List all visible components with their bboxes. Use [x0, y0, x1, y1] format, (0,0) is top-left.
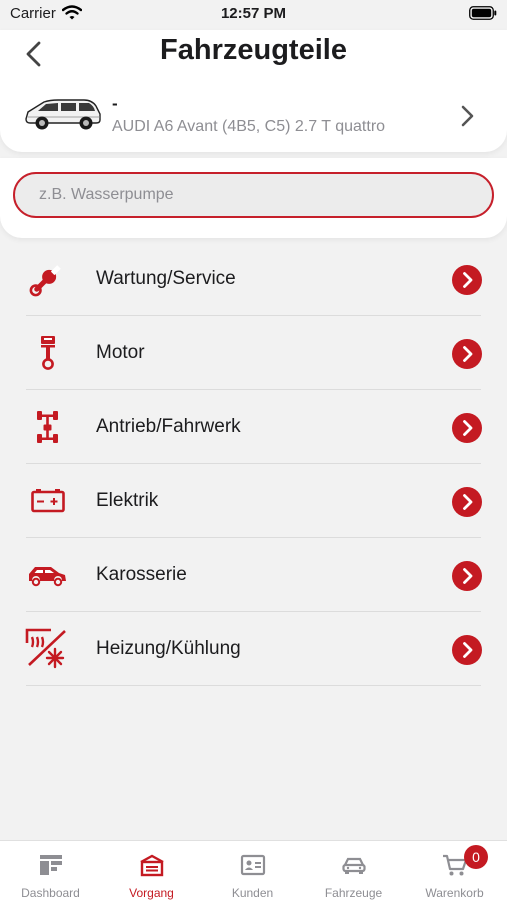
cart-count-badge: 0	[464, 845, 488, 869]
tab-label: Fahrzeuge	[324, 886, 383, 900]
heating-cooling-icon	[24, 628, 70, 669]
contact-card-icon	[240, 853, 266, 877]
go-button[interactable]	[452, 635, 482, 665]
go-button[interactable]	[452, 487, 482, 517]
category-label: Antrieb/Fahrwerk	[96, 416, 241, 437]
battery-icon	[469, 6, 497, 25]
chevron-right-icon	[463, 642, 473, 658]
go-button[interactable]	[452, 413, 482, 443]
car-image	[24, 98, 102, 137]
dashboard-icon	[38, 853, 64, 877]
vehicle-name: -	[112, 94, 118, 113]
page-title: Fahrzeugteile	[160, 34, 347, 66]
chevron-right-icon	[463, 346, 473, 362]
category-wartung-service[interactable]: Wartung/Service	[0, 242, 507, 316]
search-input[interactable]	[13, 172, 494, 218]
piston-icon	[24, 335, 70, 371]
car-icon	[341, 853, 367, 877]
chevron-right-icon	[463, 568, 473, 584]
tab-label: Kunden	[231, 886, 274, 900]
vehicle-model: AUDI A6 Avant (4B5, C5) 2.7 T quattro	[112, 118, 386, 135]
chevron-right-icon	[463, 494, 473, 510]
tab-warenkorb[interactable]: 0 Warenkorb	[404, 841, 505, 901]
car-body-icon	[24, 557, 70, 593]
go-button[interactable]	[452, 339, 482, 369]
tab-fahrzeuge[interactable]: Fahrzeuge	[303, 841, 404, 901]
battery-icon	[24, 483, 70, 519]
tab-label: Dashboard	[21, 886, 80, 900]
vehicle-selector[interactable]: - AUDI A6 Avant (4B5, C5) 2.7 T quattro	[0, 92, 507, 150]
tab-label: Vorgang	[129, 886, 174, 900]
go-button[interactable]	[452, 265, 482, 295]
category-karosserie[interactable]: Karosserie	[0, 538, 507, 612]
category-label: Wartung/Service	[96, 268, 236, 289]
tab-label: Warenkorb	[425, 886, 484, 900]
divider	[26, 685, 481, 686]
tab-kunden[interactable]: Kunden	[202, 841, 303, 901]
chevron-right-icon	[463, 272, 473, 288]
category-label: Elektrik	[96, 490, 159, 511]
tab-dashboard[interactable]: Dashboard	[0, 841, 101, 901]
category-motor[interactable]: Motor	[0, 316, 507, 390]
category-list: Wartung/Service Motor Antrieb/Fahrwerk E…	[0, 242, 507, 686]
header-card: Fahrzeugteile - AUDI A6 Avant (4B5, C5) …	[0, 30, 507, 152]
search-card	[0, 158, 507, 238]
chevron-right-icon	[459, 104, 475, 133]
go-button[interactable]	[452, 561, 482, 591]
tab-vorgang[interactable]: Vorgang	[101, 841, 202, 901]
category-label: Karosserie	[96, 564, 187, 585]
clock: 12:57 PM	[220, 5, 287, 22]
category-antrieb-fahrwerk[interactable]: Antrieb/Fahrwerk	[0, 390, 507, 464]
tab-bar: Dashboard Vorgang Kunden Fahrzeuge 0 War…	[0, 840, 507, 901]
category-elektrik[interactable]: Elektrik	[0, 464, 507, 538]
status-bar: Carrier 12:57 PM	[0, 0, 507, 30]
category-heizung-kuehlung[interactable]: Heizung/Kühlung	[0, 612, 507, 686]
chevron-right-icon	[463, 420, 473, 436]
category-label: Heizung/Kühlung	[96, 638, 241, 659]
drivetrain-icon	[24, 409, 70, 445]
garage-icon	[139, 853, 165, 877]
category-label: Motor	[96, 342, 145, 363]
wrench-icon	[24, 261, 70, 297]
